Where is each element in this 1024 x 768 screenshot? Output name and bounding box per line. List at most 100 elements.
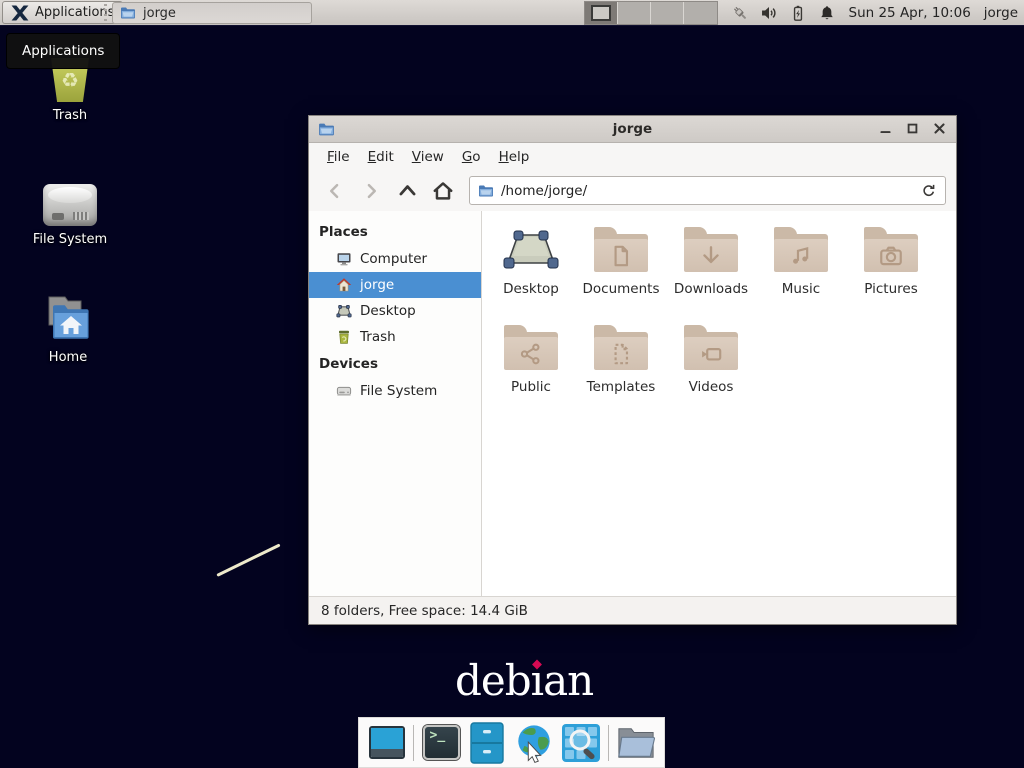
up-button[interactable] — [391, 176, 423, 206]
file-item-label: Templates — [587, 379, 656, 395]
path-entry[interactable]: /home/jorge/ — [469, 176, 946, 205]
template-glyph-icon — [608, 341, 634, 367]
sidebar-item-computer[interactable]: Computer — [309, 246, 481, 272]
file-item-documents[interactable]: Documents — [576, 219, 666, 317]
workspace-window-thumb — [591, 5, 611, 21]
file-item-label: Desktop — [503, 281, 559, 297]
show-desktop-icon — [369, 726, 405, 759]
terminal-launcher[interactable]: >_ — [421, 723, 460, 763]
taskbar-window-label: jorge — [143, 6, 176, 21]
dock-separator — [608, 725, 609, 761]
applications-menu-label: Applications — [35, 5, 114, 20]
file-cabinet-icon — [470, 722, 504, 764]
recycle-glyph: ♻ — [61, 70, 79, 90]
downloads-folder-icon — [684, 227, 738, 272]
menu-view[interactable]: View — [403, 146, 453, 168]
download-glyph-icon — [698, 243, 724, 269]
file-item-desktop[interactable]: Desktop — [486, 219, 576, 317]
file-item-downloads[interactable]: Downloads — [666, 219, 756, 317]
statusbar-text: 8 folders, Free space: 14.4 GiB — [321, 603, 528, 619]
sidebar-item-desktop[interactable]: Desktop — [309, 298, 481, 324]
camera-glyph-icon — [878, 243, 904, 269]
music-glyph-icon — [788, 243, 814, 269]
file-item-label: Public — [511, 379, 551, 395]
workspace-2[interactable] — [618, 2, 651, 24]
menu-file[interactable]: File — [318, 146, 359, 168]
workspace-3[interactable] — [651, 2, 684, 24]
top-panel: Applications jorge — [0, 0, 1024, 26]
volume-icon[interactable] — [760, 4, 778, 22]
debian-logo-i: ı — [531, 656, 543, 705]
file-item-label: Videos — [689, 379, 734, 395]
sidebar-item-label: Trash — [360, 329, 396, 345]
file-manager-window: jorge File Edit View Go Help — [308, 115, 957, 625]
maximize-icon[interactable] — [906, 122, 920, 136]
panel-username: jorge — [984, 5, 1018, 21]
home-button[interactable] — [427, 176, 459, 206]
forward-icon — [361, 181, 381, 201]
close-icon[interactable] — [933, 122, 947, 136]
menu-help[interactable]: Help — [490, 146, 539, 168]
debian-logo-text-pre: deb — [455, 656, 531, 705]
sidebar-item-label: Computer — [360, 251, 427, 267]
app-finder-launcher[interactable] — [561, 723, 601, 763]
network-icon[interactable] — [731, 4, 749, 22]
documents-folder-icon — [594, 227, 648, 272]
video-glyph-icon — [698, 341, 724, 367]
applications-tooltip: Applications — [6, 33, 120, 69]
file-item-label: Downloads — [674, 281, 748, 297]
file-item-public[interactable]: Public — [486, 317, 576, 415]
minimize-icon[interactable] — [879, 122, 893, 136]
videos-folder-icon — [684, 325, 738, 370]
reload-button[interactable] — [921, 183, 937, 199]
back-button[interactable] — [319, 176, 351, 206]
system-tray — [731, 4, 836, 22]
path-value: /home/jorge/ — [501, 183, 914, 199]
sidebar-item-trash[interactable]: Trash — [309, 324, 481, 350]
window-icon[interactable] — [318, 121, 335, 138]
file-item-pictures[interactable]: Pictures — [846, 219, 936, 317]
window-titlebar[interactable]: jorge — [309, 116, 956, 143]
templates-folder-icon — [594, 325, 648, 370]
notifications-icon[interactable] — [818, 4, 836, 22]
computer-icon — [336, 251, 352, 267]
workspace-switcher — [584, 1, 718, 25]
shade-icon[interactable] — [852, 122, 866, 136]
sidebar-item-label: jorge — [360, 277, 394, 293]
desktop-mini-icon — [336, 303, 352, 319]
file-item-videos[interactable]: Videos — [666, 317, 756, 415]
path-folder-icon — [478, 183, 494, 199]
menu-go[interactable]: Go — [453, 146, 490, 168]
show-desktop-button[interactable] — [367, 723, 406, 763]
workspace-1[interactable] — [585, 2, 618, 24]
public-folder-icon — [504, 325, 558, 370]
forward-button[interactable] — [355, 176, 387, 206]
sidebar-item-file-system[interactable]: File System — [309, 378, 481, 404]
file-item-templates[interactable]: Templates — [576, 317, 666, 415]
desktop-icon-label: File System — [22, 232, 118, 247]
battery-charging-icon[interactable] — [789, 4, 807, 22]
home-icon — [336, 277, 352, 293]
taskbar-folder-icon — [120, 5, 136, 21]
file-item-music[interactable]: Music — [756, 219, 846, 317]
sidebar-item-label: Desktop — [360, 303, 416, 319]
desktop-icon-file-system[interactable]: File System — [22, 170, 118, 247]
dock-panel: >_ — [358, 717, 665, 768]
terminal-icon: >_ — [423, 725, 460, 760]
file-item-label: Music — [782, 281, 820, 297]
taskbar-window-button[interactable]: jorge — [112, 2, 312, 24]
file-cabinet-launcher[interactable] — [468, 723, 507, 763]
dock-folder-icon — [616, 724, 656, 762]
browser-globe-icon — [514, 722, 554, 764]
sidebar-item-jorge[interactable]: jorge — [309, 272, 481, 298]
workspace-4[interactable] — [684, 2, 717, 24]
home-icon — [432, 180, 454, 202]
menu-edit[interactable]: Edit — [359, 146, 403, 168]
drive-mini-icon — [336, 383, 352, 399]
file-view: Desktop Documents — [482, 211, 956, 596]
desktop-icon-home[interactable]: Home — [20, 288, 116, 365]
clock[interactable]: Sun 25 Apr, 10:06 — [849, 5, 971, 21]
reload-icon — [921, 183, 937, 199]
web-browser-launcher[interactable] — [514, 723, 554, 763]
file-manager-launcher[interactable] — [616, 723, 656, 763]
